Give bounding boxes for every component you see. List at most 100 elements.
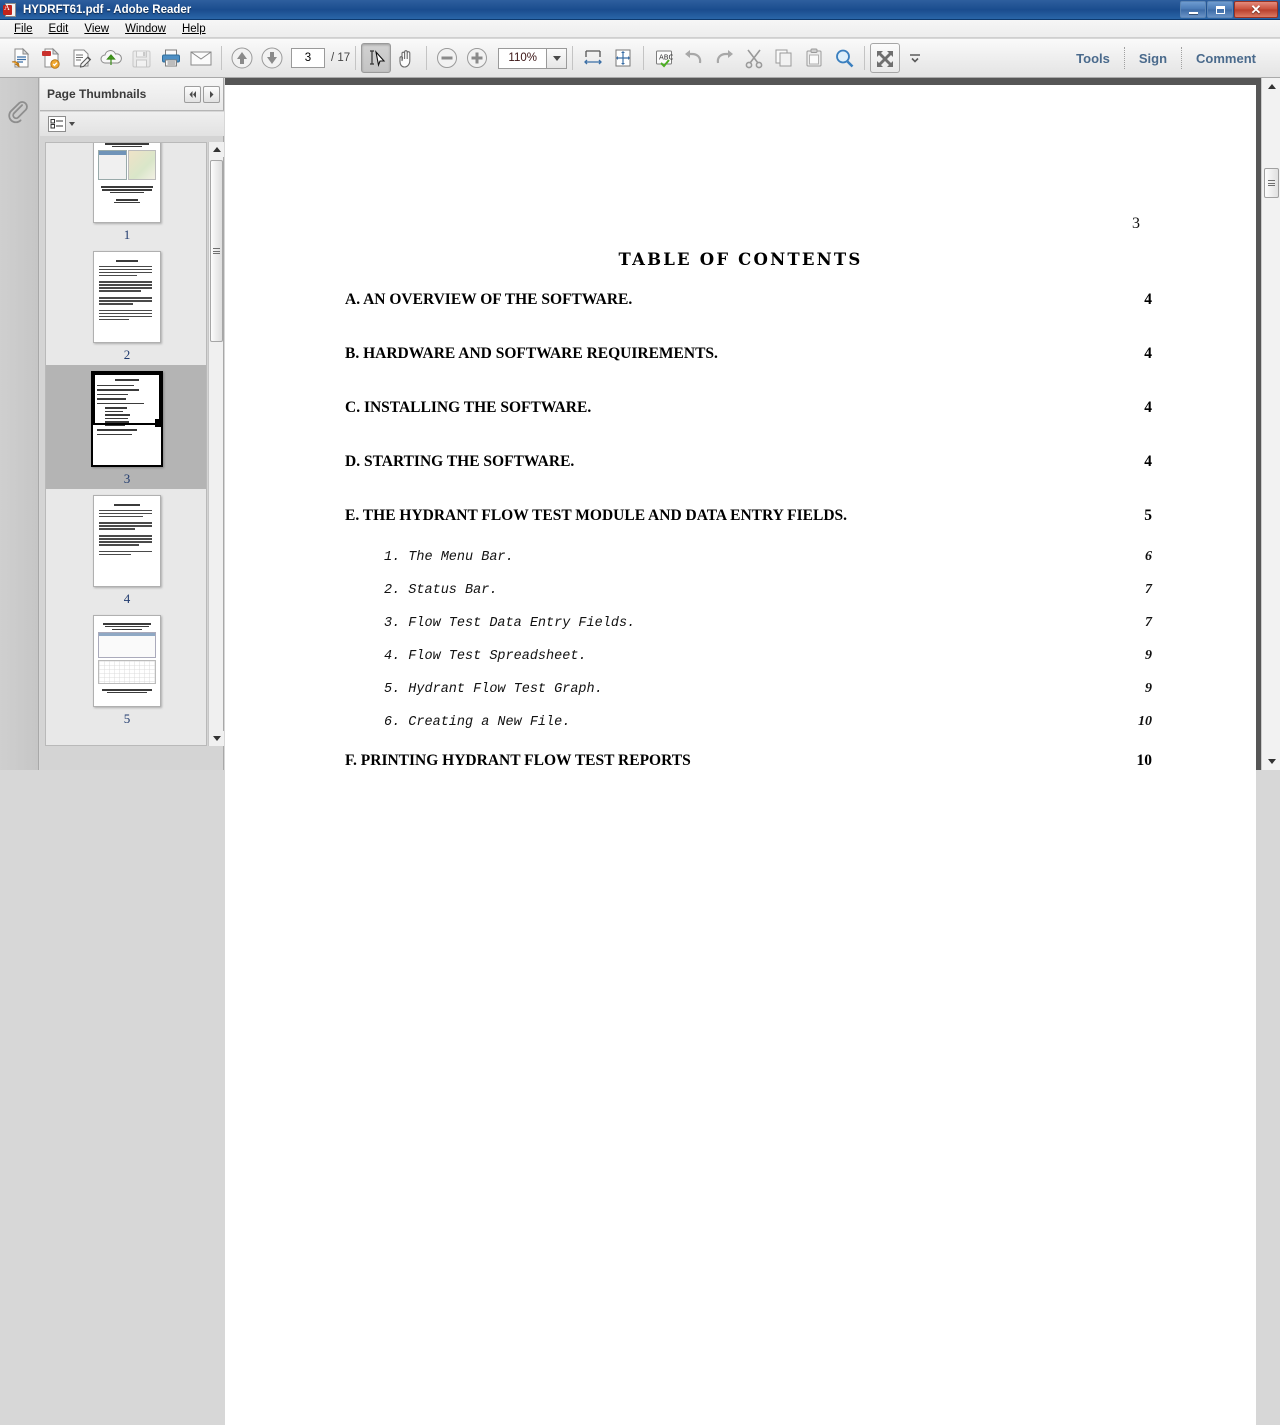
toc-subentry[interactable]: 1. The Menu Bar. 6 [345, 549, 1152, 565]
window-controls: ✕ [1180, 1, 1278, 18]
paste-icon[interactable] [799, 43, 829, 73]
thumbnail-label: 4 [124, 591, 131, 607]
document-scrollbar[interactable] [1261, 78, 1280, 770]
open-pdf-icon[interactable] [6, 43, 36, 73]
toc-entry-page: 9 [1125, 681, 1152, 697]
toc-entry[interactable]: B. HARDWARE AND SOFTWARE REQUIREMENTS. 4 [345, 345, 1152, 363]
toc-entry-page: 7 [1125, 615, 1152, 631]
fit-width-icon[interactable] [578, 43, 608, 73]
toc-entry-page: 7 [1125, 582, 1152, 598]
zoom-out-icon[interactable] [432, 43, 462, 73]
toc-entry[interactable]: D. STARTING THE SOFTWARE. 4 [345, 453, 1152, 471]
arrow-up-circle-icon[interactable] [227, 43, 257, 73]
tools-button[interactable]: Tools [1062, 51, 1124, 66]
fullscreen-expand-icon[interactable] [870, 43, 900, 73]
thumbnail-label: 3 [124, 471, 131, 487]
page-number-input[interactable]: 3 [291, 48, 325, 68]
thumbnail-item[interactable]: 2 [46, 245, 207, 365]
scroll-up-arrow-icon[interactable] [1262, 78, 1280, 95]
sign-button[interactable]: Sign [1125, 51, 1181, 66]
thumbnail-item[interactable]: 1 [46, 142, 207, 245]
toc-entry-page: 5 [1124, 507, 1152, 525]
select-text-icon[interactable] [361, 43, 391, 73]
menu-edit[interactable]: Edit [41, 22, 77, 36]
menu-window[interactable]: Window [117, 22, 174, 36]
thumbnail-label: 2 [124, 347, 131, 363]
toolbar-separator [426, 46, 427, 70]
toolbar-separator [643, 46, 644, 70]
fit-page-icon[interactable] [608, 43, 638, 73]
caret-down-icon[interactable] [69, 122, 75, 126]
thumbnail-label: 1 [124, 227, 131, 243]
scroll-up-arrow-icon[interactable] [209, 142, 224, 157]
menu-view[interactable]: View [76, 22, 117, 36]
attachments-paperclip-icon[interactable] [0, 96, 39, 130]
double-chevron-left-icon[interactable] [184, 86, 201, 103]
minimize-button[interactable] [1180, 1, 1206, 18]
hand-tool-icon[interactable] [391, 43, 421, 73]
toc-entry[interactable]: E. THE HYDRANT FLOW TEST MODULE AND DATA… [345, 507, 1152, 525]
redo-icon[interactable] [709, 43, 739, 73]
thumbnail-viewport-box[interactable] [93, 373, 161, 425]
toc-entry-text: 4. Flow Test Spreadsheet. [384, 649, 587, 664]
toc-subentry[interactable]: 4. Flow Test Spreadsheet. 9 [345, 648, 1152, 664]
thumbnail-page-preview [93, 615, 161, 707]
save-icon[interactable] [126, 43, 156, 73]
scroll-down-arrow-icon[interactable] [209, 731, 224, 746]
thumbnail-item[interactable]: 4 [46, 489, 207, 609]
scroll-down-arrow-icon[interactable] [1262, 753, 1280, 770]
undo-icon[interactable] [679, 43, 709, 73]
main-toolbar: 3 / 17 110% [0, 39, 1280, 78]
create-pdf-icon[interactable] [36, 43, 66, 73]
thumbnail-item-selected[interactable]: 3 [46, 365, 207, 489]
menu-edit-label: Edit [49, 23, 69, 35]
toc-subentry[interactable]: 6. Creating a New File. 10 [345, 714, 1152, 730]
menu-view-label: View [84, 23, 109, 35]
scrollbar-thumb[interactable] [1264, 168, 1279, 198]
toc-entry[interactable]: F. PRINTING HYDRANT FLOW TEST REPORTS 10 [345, 752, 1152, 770]
upload-cloud-icon[interactable] [96, 43, 126, 73]
email-icon[interactable] [186, 43, 216, 73]
copy-icon[interactable] [769, 43, 799, 73]
chevron-right-icon[interactable] [203, 86, 220, 103]
toc-subentry[interactable]: 5. Hydrant Flow Test Graph. 9 [345, 681, 1152, 697]
document-view[interactable]: 3 TABLE OF CONTENTS A. AN OVERVIEW OF TH… [225, 78, 1261, 770]
arrow-down-circle-icon[interactable] [257, 43, 287, 73]
search-magnifier-icon[interactable] [829, 43, 859, 73]
cut-scissors-icon[interactable] [739, 43, 769, 73]
spellcheck-abc-icon[interactable]: ABC [649, 43, 679, 73]
toc-entry-text: A. AN OVERVIEW OF THE SOFTWARE. [345, 291, 632, 309]
toc-entry-page: 9 [1125, 648, 1152, 664]
thumbnail-item[interactable]: 5 [46, 609, 207, 729]
thumbnails-scrollbar[interactable] [208, 142, 223, 746]
zoom-dropdown-button[interactable] [546, 48, 567, 69]
menu-help[interactable]: Help [174, 22, 214, 36]
thumbnail-options-icon[interactable] [48, 116, 66, 132]
toc-entry-text: 3. Flow Test Data Entry Fields. [384, 616, 635, 631]
zoom-level-input[interactable]: 110% [498, 48, 546, 69]
close-button[interactable]: ✕ [1234, 1, 1278, 18]
thumbnail-resize-grip[interactable] [155, 419, 163, 427]
edit-pdf-icon[interactable] [66, 43, 96, 73]
thumbnails-panel: 1 [40, 112, 224, 770]
thumbnails-toolbar [40, 112, 224, 136]
toc-subentry[interactable]: 2. Status Bar. 7 [345, 582, 1152, 598]
toolbar-separator [355, 46, 356, 70]
toc-entry[interactable]: C. INSTALLING THE SOFTWARE. 4 [345, 399, 1152, 417]
thumbnail-page-preview [93, 251, 161, 343]
toolbar-separator [864, 46, 865, 70]
toc-entry[interactable]: A. AN OVERVIEW OF THE SOFTWARE. 4 [345, 291, 1152, 309]
zoom-in-icon[interactable] [462, 43, 492, 73]
restore-button[interactable] [1207, 1, 1233, 18]
toc-entry-page: 4 [1124, 453, 1152, 471]
scrollbar-thumb[interactable] [210, 160, 223, 342]
caret-down-icon [553, 56, 561, 61]
print-icon[interactable] [156, 43, 186, 73]
comment-button[interactable]: Comment [1182, 51, 1270, 66]
chevron-down-double-icon[interactable] [900, 43, 930, 73]
menu-file[interactable]: File [6, 22, 41, 36]
toc-subentry[interactable]: 3. Flow Test Data Entry Fields. 7 [345, 615, 1152, 631]
toc-entry-text: E. THE HYDRANT FLOW TEST MODULE AND DATA… [345, 507, 847, 525]
thumbnails-panel-header: Page Thumbnails [40, 78, 224, 111]
panel-nav-buttons [184, 86, 223, 103]
